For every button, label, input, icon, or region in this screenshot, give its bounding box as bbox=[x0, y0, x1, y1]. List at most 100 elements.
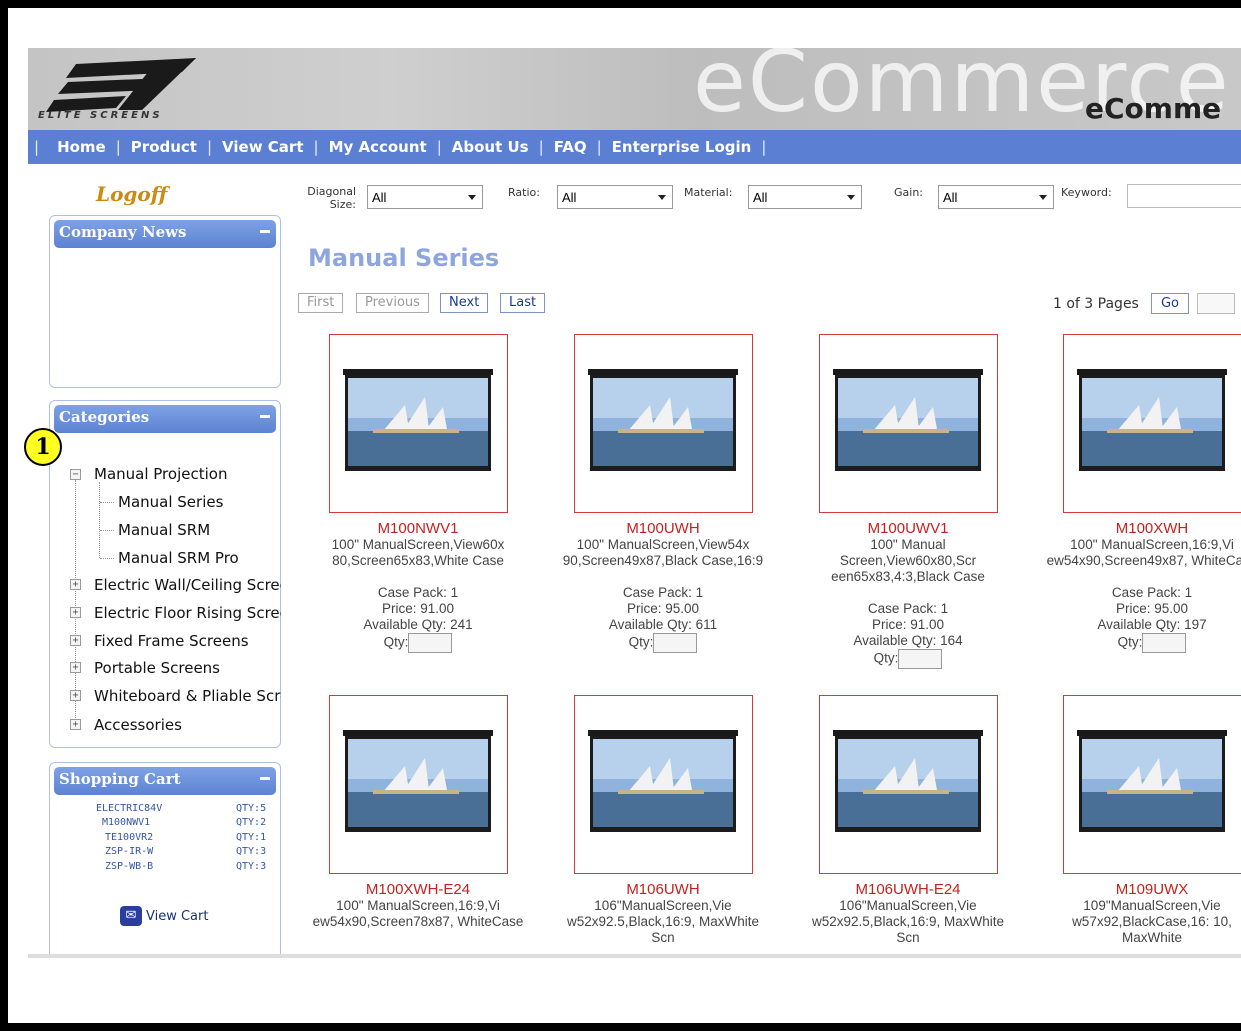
expand-icon[interactable]: + bbox=[70, 607, 81, 618]
minimize-icon[interactable] bbox=[260, 230, 270, 233]
category-manual-series[interactable]: Manual Series bbox=[118, 493, 223, 511]
product-image[interactable] bbox=[574, 695, 753, 874]
product-sku-link[interactable]: M100UWH bbox=[543, 520, 783, 537]
dropdown-arrow-icon bbox=[658, 195, 666, 200]
category-fixed-frame[interactable]: Fixed Frame Screens bbox=[94, 632, 249, 650]
company-news-title: Company News bbox=[59, 223, 187, 241]
product-description: 100" ManualScreen,16:9,Vi bbox=[1070, 537, 1234, 552]
expand-icon[interactable]: + bbox=[70, 662, 81, 673]
dropdown-arrow-icon bbox=[468, 195, 476, 200]
product-description: w52x92.5,Black,16:9, MaxWhite bbox=[811, 914, 1005, 929]
view-cart-label: View Cart bbox=[146, 908, 209, 924]
category-electric-wall-ceiling[interactable]: Electric Wall/Ceiling Screens bbox=[94, 576, 281, 594]
ratio-select[interactable]: All bbox=[557, 185, 673, 209]
product-description: ew54x90,Screen49x87, WhiteCase bbox=[1046, 553, 1241, 568]
projection-screen-icon bbox=[588, 369, 738, 471]
category-portable[interactable]: Portable Screens bbox=[94, 659, 220, 677]
nav-separator: | bbox=[115, 138, 121, 156]
collapse-icon[interactable]: − bbox=[70, 469, 81, 480]
diagonal-size-value: All bbox=[372, 190, 387, 205]
pager-first-button[interactable]: First bbox=[298, 293, 344, 313]
nav-my-account[interactable]: My Account bbox=[329, 138, 427, 156]
tree-guide-line bbox=[100, 558, 114, 559]
product-qty-input[interactable] bbox=[1142, 633, 1187, 653]
cart-item-sku[interactable]: M100NWV1 bbox=[102, 817, 150, 828]
nav-product[interactable]: Product bbox=[131, 138, 197, 156]
cart-item-qty: QTY:3 bbox=[236, 861, 267, 872]
dropdown-arrow-icon bbox=[1039, 195, 1047, 200]
diagonal-size-select[interactable]: All bbox=[367, 185, 483, 209]
logoff-link[interactable]: Logoff bbox=[96, 182, 167, 206]
product-available-qty: Available Qty: 611 bbox=[608, 617, 718, 632]
expand-icon[interactable]: + bbox=[70, 579, 81, 590]
nav-about-us[interactable]: About Us bbox=[452, 138, 529, 156]
projection-screen-icon bbox=[588, 730, 738, 832]
category-whiteboard-pliable[interactable]: Whiteboard & Pliable Screens bbox=[94, 687, 281, 705]
minimize-icon[interactable] bbox=[260, 415, 270, 418]
product-description: w52x92.5,Black,16:9, MaxWhite bbox=[566, 914, 760, 929]
category-manual-srm-pro[interactable]: Manual SRM Pro bbox=[118, 549, 239, 567]
product-available-qty: Available Qty: 164 bbox=[853, 633, 963, 648]
page-number-input[interactable] bbox=[1197, 293, 1235, 314]
product-qty-row: Qty: bbox=[788, 649, 1028, 669]
cart-item-sku[interactable]: TE100VR2 bbox=[105, 832, 153, 843]
nav-home[interactable]: Home bbox=[57, 138, 106, 156]
ratio-label: Ratio: bbox=[508, 186, 540, 199]
diagonal-size-label: Diagonal Size: bbox=[307, 185, 356, 211]
product-sku-link[interactable]: M100UWV1 bbox=[788, 520, 1028, 537]
expand-icon[interactable]: + bbox=[70, 719, 81, 730]
gain-select[interactable]: All bbox=[938, 185, 1054, 209]
product-case-pack: Case Pack: 1 bbox=[867, 601, 949, 616]
nav-view-cart[interactable]: View Cart bbox=[222, 138, 303, 156]
pager-next-button[interactable]: Next bbox=[440, 293, 489, 313]
product-qty-label: Qty: bbox=[628, 634, 654, 650]
view-cart-link[interactable]: ✉ View Cart bbox=[120, 906, 208, 926]
product-image[interactable] bbox=[819, 695, 998, 874]
page-bottom-strip bbox=[28, 954, 1241, 958]
category-manual-projection[interactable]: Manual Projection bbox=[94, 465, 227, 483]
product-description: Scn bbox=[651, 930, 675, 945]
pager-previous-button[interactable]: Previous bbox=[356, 293, 429, 313]
cart-item-sku[interactable]: ZSP-WB-B bbox=[105, 861, 153, 872]
product-sku-link[interactable]: M100XWH-E24 bbox=[298, 881, 538, 898]
nav-separator: | bbox=[313, 138, 319, 156]
banner-title: eComme bbox=[1085, 92, 1222, 125]
product-description: w57x92,BlackCase,16: 10, bbox=[1072, 914, 1232, 929]
nav-faq[interactable]: FAQ bbox=[554, 138, 587, 156]
product-image[interactable] bbox=[819, 334, 998, 513]
go-button[interactable]: Go bbox=[1151, 293, 1189, 314]
company-news-header[interactable]: Company News bbox=[54, 220, 276, 248]
category-accessories[interactable]: Accessories bbox=[94, 716, 182, 734]
product-qty-input[interactable] bbox=[408, 633, 453, 653]
material-select[interactable]: All bbox=[748, 185, 862, 209]
expand-icon[interactable]: + bbox=[70, 690, 81, 701]
shopping-cart-header[interactable]: Shopping Cart bbox=[54, 767, 276, 795]
product-sku-link[interactable]: M106UWH-E24 bbox=[788, 881, 1028, 898]
minimize-icon[interactable] bbox=[260, 777, 270, 780]
product-qty-input[interactable] bbox=[898, 649, 943, 669]
cart-item-sku[interactable]: ELECTRIC84V bbox=[96, 803, 162, 814]
cart-item-qty: QTY:5 bbox=[236, 803, 267, 814]
product-sku-link[interactable]: M109UWX bbox=[1032, 881, 1241, 898]
product-image[interactable] bbox=[574, 334, 753, 513]
product-sku-link[interactable]: M106UWH bbox=[543, 881, 783, 898]
expand-icon[interactable]: + bbox=[70, 635, 81, 646]
category-manual-srm[interactable]: Manual SRM bbox=[118, 521, 210, 539]
nav-enterprise-login[interactable]: Enterprise Login bbox=[612, 138, 752, 156]
categories-header[interactable]: Categories bbox=[54, 405, 276, 433]
product-sku-link[interactable]: M100XWH bbox=[1032, 520, 1241, 537]
product-card: M106UWH-E24 106"ManualScreen,Vie w52x92.5,… bbox=[788, 881, 1028, 946]
product-image[interactable] bbox=[329, 695, 508, 874]
product-image[interactable] bbox=[1063, 695, 1241, 874]
browser-viewport: ELITE SCREENS eCommerce eComme | Home | … bbox=[28, 48, 1241, 958]
product-sku-link[interactable]: M100NWV1 bbox=[298, 520, 538, 537]
product-qty-input[interactable] bbox=[653, 633, 698, 653]
product-image[interactable] bbox=[329, 334, 508, 513]
category-electric-floor-rising[interactable]: Electric Floor Rising Screens bbox=[94, 604, 281, 622]
keyword-input[interactable] bbox=[1127, 184, 1241, 208]
pager-last-button[interactable]: Last bbox=[500, 293, 546, 313]
product-image[interactable] bbox=[1063, 334, 1241, 513]
cart-item-sku[interactable]: ZSP-IR-W bbox=[105, 846, 153, 857]
